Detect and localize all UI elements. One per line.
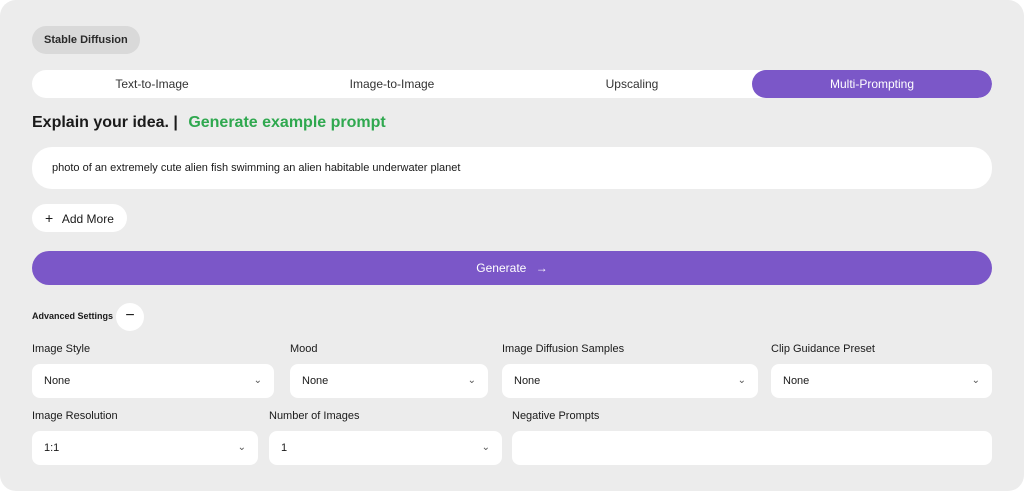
heading-text: Explain your idea. | — [32, 114, 178, 131]
clip-guidance-label: Clip Guidance Preset — [771, 343, 875, 355]
arrow-right-icon: → — [535, 261, 548, 275]
tab-upscaling[interactable]: Upscaling — [512, 70, 752, 98]
mood-select[interactable]: None ⌄ — [290, 364, 488, 398]
image-style-value: None — [44, 375, 71, 387]
chevron-down-icon: ⌄ — [481, 442, 490, 453]
generate-button[interactable]: Generate → — [32, 251, 992, 285]
resolution-label: Image Resolution — [32, 410, 118, 422]
chevron-down-icon: ⌄ — [737, 375, 746, 386]
tab-text-to-image[interactable]: Text-to-Image — [32, 70, 272, 98]
clip-guidance-select[interactable]: None ⌄ — [771, 364, 992, 398]
prompt-heading: Explain your idea. | Generate example pr… — [32, 114, 386, 132]
tab-multi-prompting[interactable]: Multi-Prompting — [752, 70, 992, 98]
mood-label: Mood — [290, 343, 318, 355]
num-images-label: Number of Images — [269, 410, 360, 422]
num-images-value: 1 — [281, 442, 288, 454]
mode-tabs: Text-to-Image Image-to-Image Upscaling M… — [32, 70, 992, 98]
prompt-input[interactable]: photo of an extremely cute alien fish sw… — [32, 147, 992, 189]
plus-icon: + — [45, 210, 54, 226]
resolution-value: 1:1 — [44, 442, 60, 454]
clip-guidance-value: None — [783, 375, 810, 387]
negative-prompts-label: Negative Prompts — [512, 410, 600, 422]
chevron-down-icon: ⌄ — [237, 442, 246, 453]
diffusion-samples-select[interactable]: None ⌄ — [502, 364, 758, 398]
add-more-button[interactable]: + Add More — [32, 204, 127, 232]
mood-value: None — [302, 375, 329, 387]
resolution-select[interactable]: 1:1 ⌄ — [32, 431, 258, 465]
advanced-settings-label: Advanced Settings — [32, 311, 114, 321]
image-style-label: Image Style — [32, 343, 91, 355]
num-images-select[interactable]: 1 ⌄ — [269, 431, 502, 465]
negative-prompts-input[interactable] — [512, 431, 992, 465]
image-style-select[interactable]: None ⌄ — [32, 364, 274, 398]
generate-example-link[interactable]: Generate example prompt — [188, 114, 385, 131]
model-badge[interactable]: Stable Diffusion — [32, 26, 140, 54]
chevron-down-icon: ⌄ — [971, 375, 980, 386]
generate-label: Generate — [476, 261, 527, 275]
diffusion-samples-value: None — [514, 375, 541, 387]
chevron-down-icon: ⌄ — [253, 375, 262, 386]
add-more-label: Add More — [61, 212, 114, 226]
advanced-settings-toggle[interactable]: − — [116, 303, 144, 331]
tab-image-to-image[interactable]: Image-to-Image — [272, 70, 512, 98]
diffusion-samples-label: Image Diffusion Samples — [502, 343, 625, 355]
main-panel: Stable Diffusion Text-to-Image Image-to-… — [0, 0, 1024, 491]
chevron-down-icon: ⌄ — [467, 375, 476, 386]
